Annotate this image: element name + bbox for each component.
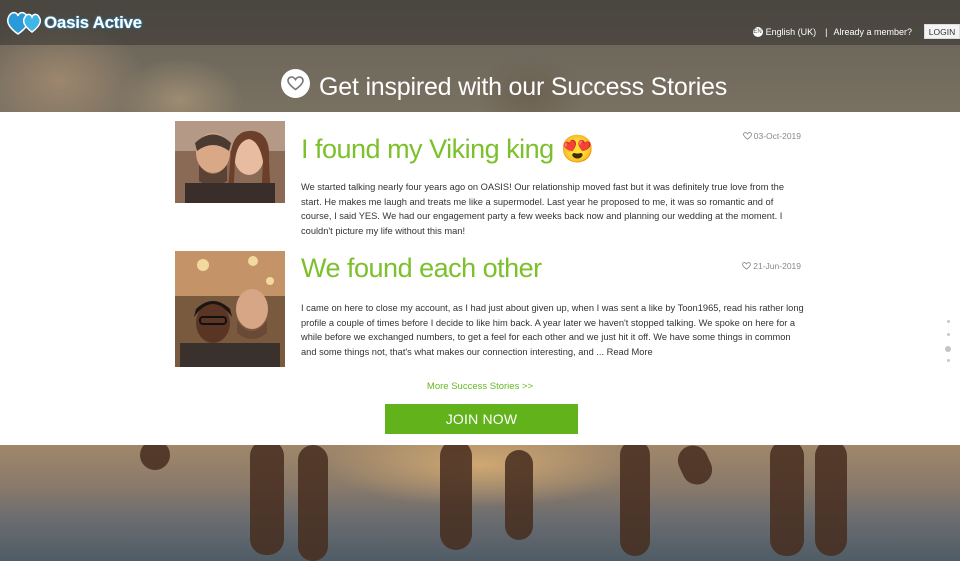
login-button[interactable]: LOGIN — [924, 24, 960, 39]
heart-outline-icon — [742, 132, 752, 140]
header-right-nav: EN English (UK) | Already a member? LOGI… — [752, 24, 960, 39]
footer-background-photo — [0, 435, 960, 561]
story-date: 21-Jun-2019 — [742, 261, 801, 271]
story-body-text: I came on here to close my account, as I… — [301, 303, 804, 358]
slide-indicator-dots — [945, 320, 951, 372]
story-date-text: 21-Jun-2019 — [753, 261, 801, 271]
heart-icon — [281, 69, 310, 98]
header-separator: | — [825, 26, 828, 37]
story-title[interactable]: I found my Viking king 😍 — [301, 133, 594, 165]
success-story-card: 03-Oct-2019 I found my Viking king 😍 We … — [175, 121, 805, 236]
story-date-text: 03-Oct-2019 — [753, 131, 801, 141]
top-header-bar: Oasis Active EN English (UK) | Already a… — [0, 0, 960, 45]
story-body: I came on here to close my account, as I… — [301, 301, 805, 360]
join-now-button[interactable]: JOIN NOW — [385, 404, 578, 434]
story-date: 03-Oct-2019 — [742, 131, 801, 141]
couple-photo[interactable] — [175, 251, 285, 367]
slide-dot-active[interactable] — [945, 346, 951, 352]
language-globe-icon[interactable]: EN — [752, 26, 763, 37]
already-member-text: Already a member? — [833, 26, 912, 37]
slide-dot[interactable] — [946, 333, 950, 336]
slide-dot[interactable] — [946, 320, 950, 323]
oasis-active-logo[interactable]: Oasis Active — [6, 10, 142, 36]
success-stories-panel: 03-Oct-2019 I found my Viking king 😍 We … — [0, 112, 960, 445]
hearts-logo-icon — [6, 10, 46, 36]
read-more-link[interactable]: Read More — [607, 347, 653, 357]
language-selector[interactable]: English (UK) — [766, 27, 817, 37]
story-title[interactable]: We found each other — [301, 253, 542, 284]
slide-dot[interactable] — [946, 359, 950, 362]
page-title: Get inspired with our Success Stories — [319, 73, 728, 101]
more-success-stories-link[interactable]: More Success Stories >> — [0, 381, 960, 392]
logo-text: Oasis Active — [44, 13, 142, 32]
couple-photo[interactable] — [175, 121, 285, 203]
heart-outline-icon — [742, 262, 752, 270]
story-body: We started talking nearly four years ago… — [301, 182, 784, 237]
success-story-card: 21-Jun-2019 We found each other I came o… — [175, 251, 805, 371]
